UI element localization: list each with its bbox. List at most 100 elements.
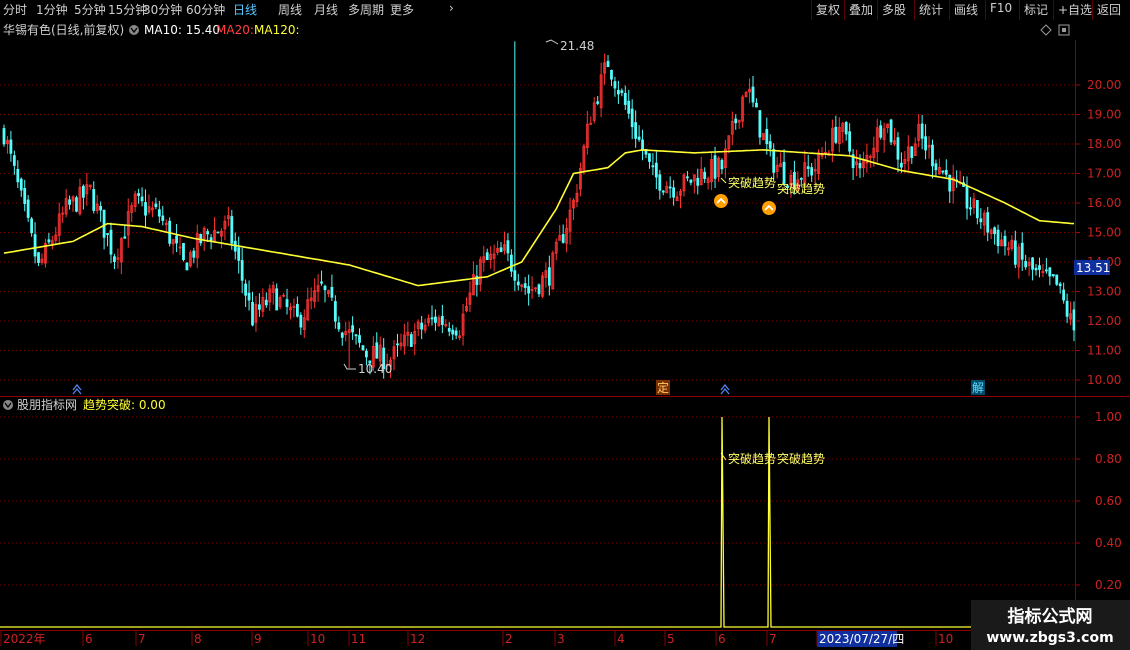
y-tick-label: 18.00	[1087, 137, 1121, 151]
candle-body	[1072, 309, 1076, 331]
candle-body	[606, 60, 610, 68]
candle-body	[430, 317, 434, 320]
candle-body	[16, 168, 20, 183]
candle-body	[216, 231, 220, 234]
y-tick-label: 10.00	[1087, 373, 1121, 387]
candle-body	[630, 108, 634, 128]
candle-body	[703, 171, 707, 179]
candle-body	[641, 139, 644, 151]
toolbar-separator	[1092, 0, 1093, 20]
candle-body	[969, 207, 972, 210]
tab-period-1[interactable]: 1分钟	[36, 1, 68, 18]
x-tick-label: 7	[769, 632, 777, 646]
candle-body	[623, 92, 627, 105]
candle-body	[620, 90, 624, 93]
low-price-label: 10.40	[358, 362, 392, 376]
tab-period-3[interactable]: 15分钟	[108, 1, 147, 18]
event-marker-jie[interactable]: 解	[971, 380, 985, 395]
x-tick-label: 12	[410, 632, 425, 646]
candle-body	[996, 229, 1000, 247]
candle-body	[230, 216, 234, 244]
y-tick-label: 0.20	[1095, 578, 1122, 592]
watermark-line1: 指标公式网	[1008, 606, 1093, 627]
x-tick-label: 6	[85, 632, 93, 646]
candle-body	[848, 131, 852, 152]
toolbar-button-4[interactable]: 画线	[954, 1, 978, 18]
candle-body	[637, 136, 641, 140]
candle-body	[516, 281, 520, 286]
candle-body	[993, 227, 997, 235]
candle-body	[900, 162, 903, 168]
event-marker-ding[interactable]: 定	[656, 380, 670, 395]
candle-body	[910, 146, 914, 158]
ma10-label: MA10: 15.40	[144, 23, 220, 37]
candle-body	[206, 231, 210, 235]
candle-body	[610, 69, 613, 80]
tab-period-0[interactable]: 分时	[3, 1, 27, 18]
candle-body	[1065, 300, 1069, 317]
candle-body	[23, 188, 27, 205]
toolbar-button-8[interactable]: 返回	[1097, 1, 1121, 18]
tab-period-7[interactable]: 周线	[278, 1, 302, 18]
more-chevron-icon[interactable]: ›	[449, 1, 454, 15]
settings-icon[interactable]	[129, 25, 139, 35]
candle-body	[320, 281, 323, 284]
candle-body	[81, 185, 85, 198]
candle-body	[251, 301, 254, 326]
x-tick-label: 6	[718, 632, 726, 646]
toolbar-button-2[interactable]: 多股	[882, 1, 906, 18]
candle-body	[157, 209, 161, 217]
candle-body	[799, 177, 803, 180]
buy-signal-icon[interactable]	[762, 201, 776, 215]
candle-body	[68, 199, 71, 205]
period-toolbar: 分时 1分钟 5分钟 15分钟 30分钟 60分钟 日线 周线 月线 多周期 更多 › 复权 叠加 多股 统计…	[0, 0, 1130, 21]
candle-body	[672, 187, 676, 198]
toolbar-separator	[914, 0, 915, 20]
stock-chart: 华锡有色(日线,前复权) MA10: 15.40 MA20: MA120: 20…	[0, 20, 1130, 650]
high-price-label: 21.48	[560, 39, 594, 53]
candle-body	[651, 165, 655, 168]
toolbar-button-0[interactable]: 复权	[816, 1, 840, 18]
y-tick-label: 1.00	[1095, 410, 1122, 424]
toolbar-button-1[interactable]: 叠加	[849, 1, 873, 18]
candle-body	[668, 186, 672, 189]
candle-body	[986, 212, 990, 233]
tab-period-4[interactable]: 30分钟	[143, 1, 182, 18]
tab-period-5[interactable]: 60分钟	[186, 1, 225, 18]
candle-body	[561, 234, 565, 243]
candle-body	[123, 236, 127, 239]
candle-body	[751, 86, 755, 103]
candle-body	[19, 178, 23, 191]
x-tick-label: 2023/07/27/四	[819, 632, 904, 646]
toolbar-button-5[interactable]: F10	[990, 1, 1012, 15]
toolbar-button-6[interactable]: 标记	[1024, 1, 1048, 18]
toolbar-button-3[interactable]: 统计	[919, 1, 943, 18]
candle-body	[137, 193, 141, 196]
candle-body	[889, 119, 893, 143]
candle-body	[944, 169, 948, 175]
candle-body	[175, 235, 178, 244]
candle-body	[358, 335, 361, 343]
signal-label-2: 突破趋势	[777, 181, 825, 196]
tab-period-10[interactable]: 更多	[390, 1, 414, 18]
tab-period-9[interactable]: 多周期	[348, 1, 384, 18]
tab-period-6[interactable]: 日线	[233, 1, 257, 18]
candle-body	[523, 283, 527, 289]
candle-body	[420, 322, 424, 330]
candle-body	[237, 247, 241, 261]
candle-body	[499, 247, 503, 253]
buy-signal-icon[interactable]	[714, 194, 728, 208]
candle-body	[1003, 235, 1007, 247]
tab-period-2[interactable]: 5分钟	[74, 1, 106, 18]
candle-body	[941, 170, 945, 173]
candle-body	[1034, 267, 1038, 271]
toolbar-button-7[interactable]: +自选	[1058, 1, 1092, 18]
x-tick-label: 10	[310, 632, 325, 646]
candle-body	[351, 325, 355, 333]
candle-body	[844, 122, 848, 135]
tab-period-8[interactable]: 月线	[314, 1, 338, 18]
settings-icon[interactable]	[3, 400, 13, 410]
candle-body	[275, 288, 279, 311]
toolbar-separator	[844, 0, 845, 20]
candle-body	[102, 209, 106, 238]
